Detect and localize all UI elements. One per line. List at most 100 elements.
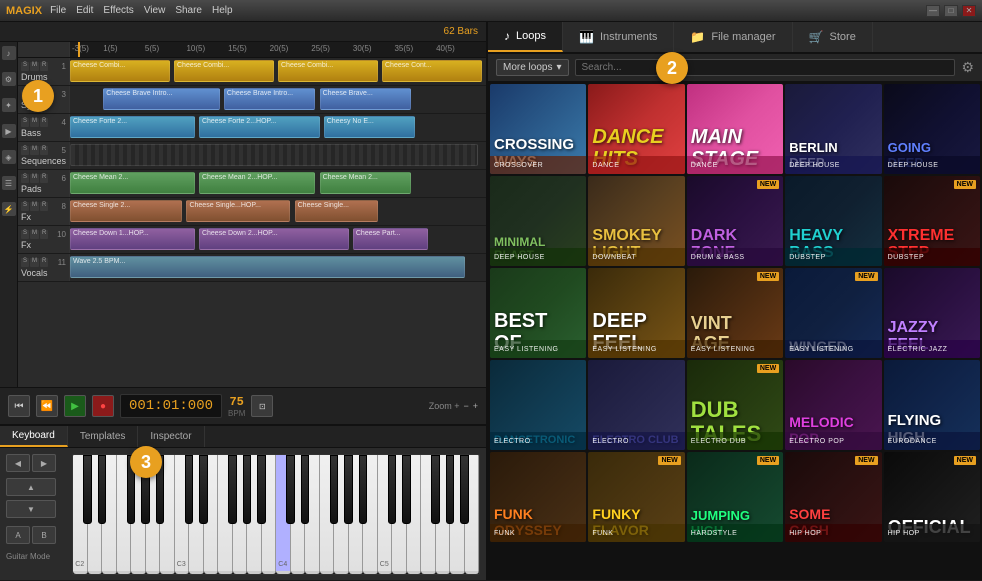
- rec-btn[interactable]: R: [40, 118, 48, 127]
- kb-down-button[interactable]: ▼: [6, 500, 56, 518]
- black-key[interactable]: [301, 455, 309, 524]
- black-key[interactable]: [286, 455, 294, 524]
- black-key[interactable]: [460, 455, 468, 524]
- loop-pack-funky-flavor[interactable]: NEW FunkyFLAVOR FUNK: [588, 452, 684, 542]
- tab-instruments[interactable]: 🎹 Instruments: [563, 22, 674, 52]
- black-key[interactable]: [228, 455, 236, 524]
- tab-filemanager[interactable]: 📁 File manager: [674, 22, 792, 52]
- menu-help[interactable]: Help: [212, 5, 233, 16]
- black-key[interactable]: [98, 455, 106, 524]
- mute-btn[interactable]: M: [30, 146, 39, 155]
- settings-icon[interactable]: ⚙: [961, 59, 974, 76]
- black-key[interactable]: [402, 455, 410, 524]
- loop-pack-berlin-deep[interactable]: BerlinDeep DEEP HOUSE: [785, 84, 881, 174]
- mute-btn[interactable]: M: [30, 118, 39, 127]
- clip[interactable]: Cheese Mean 2...HOP...: [199, 172, 315, 194]
- black-key[interactable]: [185, 455, 193, 524]
- loop-pack-official[interactable]: NEW OFFICIAL HIP HOP: [884, 452, 980, 542]
- loop-button[interactable]: ⊡: [251, 395, 273, 417]
- mute-btn[interactable]: M: [30, 258, 39, 267]
- loop-pack-jazzy-feel[interactable]: JAZZYFeel ELECTRIC JAZZ: [884, 268, 980, 358]
- track-clips-pads[interactable]: Cheese Mean 2... Cheese Mean 2...HOP... …: [70, 170, 486, 198]
- loop-pack-crossing-ways[interactable]: CROSSINGWAYS CROSSOVER: [490, 84, 586, 174]
- loop-pack-dancetronic[interactable]: DANCETRONIC ELECTRO: [490, 360, 586, 450]
- mute-btn[interactable]: M: [30, 230, 39, 239]
- loop-pack-minimal-blast[interactable]: minimalblast DEEP HOUSE: [490, 176, 586, 266]
- rec-btn[interactable]: R: [40, 174, 48, 183]
- clip[interactable]: Cheese Combi...: [174, 60, 274, 82]
- maximize-button[interactable]: □: [944, 5, 958, 17]
- track-clips-fx2[interactable]: Cheese Down 1...HOP... Cheese Down 2...H…: [70, 226, 486, 254]
- rec-btn[interactable]: R: [40, 62, 48, 71]
- close-button[interactable]: ✕: [962, 5, 976, 17]
- loop-pack-xtreme-step[interactable]: NEW xtremestep DUBSTEP: [884, 176, 980, 266]
- clip[interactable]: Cheese Mean 2...: [320, 172, 412, 194]
- play-button[interactable]: ▶: [64, 395, 86, 417]
- side-icon-7[interactable]: ⚡: [2, 202, 16, 216]
- loop-pack-winged[interactable]: NEW WINGED EASY LISTENING: [785, 268, 881, 358]
- tab-loops[interactable]: ♪ Loops: [488, 22, 563, 52]
- kb-up-button[interactable]: ▲: [6, 478, 56, 496]
- clip[interactable]: Cheese Mean 2...: [70, 172, 195, 194]
- solo-btn[interactable]: S: [21, 118, 29, 127]
- side-icon-4[interactable]: ▶: [2, 124, 16, 138]
- clip[interactable]: Cheese Single...HOP...: [186, 200, 290, 222]
- clip[interactable]: Cheese Combi...: [70, 60, 170, 82]
- loop-pack-dance-hits[interactable]: DANCEHITS DANCE: [588, 84, 684, 174]
- mute-btn[interactable]: M: [30, 62, 39, 71]
- solo-btn[interactable]: S: [21, 146, 29, 155]
- tab-templates[interactable]: Templates: [68, 426, 139, 447]
- black-key[interactable]: [199, 455, 207, 524]
- loop-pack-best-of[interactable]: BESTOF EASY LISTENING: [490, 268, 586, 358]
- clip[interactable]: Cheesy No E...: [324, 116, 416, 138]
- clip[interactable]: Cheese Cont...: [382, 60, 482, 82]
- record-button[interactable]: ●: [92, 395, 114, 417]
- prev-button[interactable]: ⏪: [36, 395, 58, 417]
- mute-btn[interactable]: M: [30, 202, 39, 211]
- tab-inspector[interactable]: Inspector: [138, 426, 204, 447]
- black-key[interactable]: [257, 455, 265, 524]
- side-icon-5[interactable]: ◈: [2, 150, 16, 164]
- side-icon-2[interactable]: ⚙: [2, 72, 16, 86]
- loop-pack-smokey-light[interactable]: SMOKEYLIGHT DOWNBEAT: [588, 176, 684, 266]
- black-key[interactable]: [359, 455, 367, 524]
- menu-effects[interactable]: Effects: [103, 5, 133, 16]
- menu-bar[interactable]: File Edit Effects View Share Help: [50, 5, 233, 16]
- black-key[interactable]: [431, 455, 439, 524]
- loop-pack-jumping-high[interactable]: NEW JUMPINGHIGH HARDSTYLE: [687, 452, 783, 542]
- clip[interactable]: Cheese Combi...: [278, 60, 378, 82]
- clip[interactable]: [70, 144, 478, 166]
- side-icon-3[interactable]: ✦: [2, 98, 16, 112]
- solo-btn[interactable]: S: [21, 174, 29, 183]
- solo-btn[interactable]: S: [21, 258, 29, 267]
- tab-store[interactable]: 🛒 Store: [793, 22, 873, 52]
- black-key[interactable]: [243, 455, 251, 524]
- window-controls[interactable]: — □ ✕: [926, 5, 976, 17]
- loop-pack-flying-high[interactable]: FLYINGHIGH EURODANCE: [884, 360, 980, 450]
- clip[interactable]: Cheese Single...: [295, 200, 378, 222]
- track-clips-vocals[interactable]: Wave 2.5 BPM...: [70, 254, 486, 282]
- clip[interactable]: Cheese Single 2...: [70, 200, 182, 222]
- loops-dropdown[interactable]: More loops ▾: [496, 59, 569, 76]
- loop-pack-vintage[interactable]: NEW VINTAGE EASY LISTENING: [687, 268, 783, 358]
- clip[interactable]: Wave 2.5 BPM...: [70, 256, 465, 278]
- kb-left-button[interactable]: ◀: [6, 454, 30, 472]
- rec-btn[interactable]: R: [40, 230, 48, 239]
- clip[interactable]: Cheese Brave Intro...: [103, 88, 219, 110]
- menu-share[interactable]: Share: [175, 5, 202, 16]
- loop-pack-dub-tales[interactable]: NEW DUBTALES ELECTRO DUB: [687, 360, 783, 450]
- solo-btn[interactable]: S: [21, 62, 29, 71]
- tab-keyboard[interactable]: Keyboard: [0, 426, 68, 447]
- track-clips-drums[interactable]: Cheese Combi... Cheese Combi... Cheese C…: [70, 58, 486, 86]
- black-key[interactable]: [388, 455, 396, 524]
- loop-pack-electro-club[interactable]: ELECTRO CLUB ELECTRO: [588, 360, 684, 450]
- zoom-control[interactable]: Zoom + − +: [429, 401, 478, 411]
- loop-pack-some-cash[interactable]: NEW SOMECASH HIP HOP: [785, 452, 881, 542]
- loop-pack-going-deep[interactable]: goingdeep DEEP HOUSE: [884, 84, 980, 174]
- solo-btn[interactable]: S: [21, 202, 29, 211]
- loop-pack-melodic-pop[interactable]: MelodicPOP ELECTRO POP: [785, 360, 881, 450]
- menu-edit[interactable]: Edit: [76, 5, 93, 16]
- black-key[interactable]: [83, 455, 91, 524]
- rec-btn[interactable]: R: [40, 202, 48, 211]
- loop-pack-main-stage[interactable]: MAINSTAGE DANCE: [687, 84, 783, 174]
